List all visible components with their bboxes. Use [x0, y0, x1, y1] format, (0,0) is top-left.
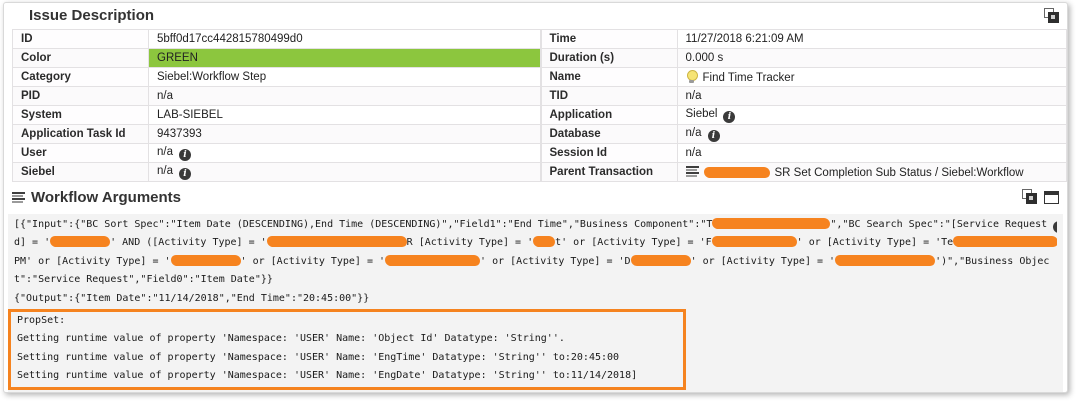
workflow-arguments-text: [{"Input":{"BC Sort Spec":"Item Date (DE… [8, 214, 1063, 392]
code-line: {"Output":{"Item Date":"11/14/2018","End… [14, 290, 1057, 308]
info-icon[interactable]: i [1053, 221, 1057, 233]
code-line: PM' or [Activity Type] = '' or [Activity… [14, 253, 1057, 271]
transaction-icon [12, 192, 25, 204]
field-value-user: n/ai [149, 144, 541, 163]
field-value-tid: n/a [677, 87, 1067, 106]
redaction-blob [712, 218, 830, 229]
redaction-blob [385, 255, 480, 266]
table-row: ID 5bff0d17cc442815780499d0 [13, 30, 541, 49]
redaction-blob [704, 167, 770, 178]
field-value-duration: 0.000 s [677, 49, 1067, 68]
panel-header-actions [1044, 8, 1059, 23]
field-value-app-task-id: 9437393 [149, 125, 541, 144]
issue-properties-left: ID 5bff0d17cc442815780499d0 Color GREEN … [12, 29, 541, 182]
field-value-time: 11/27/2018 6:21:09 AM [677, 30, 1067, 49]
issue-properties: ID 5bff0d17cc442815780499d0 Color GREEN … [4, 29, 1067, 182]
table-row: Application Task Id 9437393 [13, 125, 541, 144]
workflow-arguments-lines: [{"Input":{"BC Sort Spec":"Item Date (DE… [14, 216, 1057, 308]
redaction-blob [533, 236, 555, 247]
issue-properties-right: Time 11/27/2018 6:21:09 AM Duration (s) … [541, 29, 1068, 182]
info-icon[interactable]: i [708, 130, 720, 142]
field-value-database: n/ai [677, 125, 1067, 144]
field-value-parent-transaction[interactable]: SR Set Completion Sub Status / Siebel:Wo… [677, 163, 1067, 182]
info-icon[interactable]: i [723, 111, 735, 123]
field-label: Time [541, 30, 677, 49]
table-row: TID n/a [541, 87, 1067, 106]
table-row: Application Siebeli [541, 106, 1067, 125]
field-label: Duration (s) [541, 49, 677, 68]
field-value-color: GREEN [149, 49, 541, 68]
table-row: Time 11/27/2018 6:21:09 AM [541, 30, 1067, 49]
field-value-category: Siebel:Workflow Step [149, 68, 541, 87]
field-label: Parent Transaction [541, 163, 677, 182]
table-row: Siebel n/ai [13, 163, 541, 182]
copy-icon[interactable] [1044, 8, 1059, 23]
table-row: Parent Transaction SR Set Completion Sub… [541, 163, 1067, 182]
redaction-blob [50, 236, 110, 247]
field-value-siebel: n/ai [149, 163, 541, 182]
table-row: Color GREEN [13, 49, 541, 68]
code-line: Setting runtime value of property 'Names… [17, 349, 683, 367]
field-label: User [13, 144, 149, 163]
redaction-blob [835, 255, 935, 266]
field-value-id: 5bff0d17cc442815780499d0 [149, 30, 541, 49]
issue-description-panel: Issue Description ID 5bff0d17cc442815780… [3, 2, 1068, 393]
info-icon[interactable]: i [179, 168, 191, 180]
info-icon[interactable]: i [179, 149, 191, 161]
redaction-blob [631, 255, 691, 266]
code-line: Getting runtime value of property 'Names… [17, 330, 683, 348]
code-line: PropSet: [17, 312, 683, 330]
code-line: t":"Service Request","Field0":"Item Date… [14, 271, 1057, 289]
transaction-icon [686, 166, 699, 178]
field-label: Color [13, 49, 149, 68]
field-label: ID [13, 30, 149, 49]
field-label: PID [13, 87, 149, 106]
field-value-name: Find Time Tracker [677, 68, 1067, 87]
table-row: Name Find Time Tracker [541, 68, 1067, 87]
field-label: Category [13, 68, 149, 87]
field-label: Database [541, 125, 677, 144]
lightbulb-icon [686, 70, 698, 84]
field-label: System [13, 106, 149, 125]
table-row: Database n/ai [541, 125, 1067, 144]
redaction-blob [267, 236, 407, 247]
field-value-pid: n/a [149, 87, 541, 106]
redaction-blob [953, 236, 1057, 247]
field-label: Siebel [13, 163, 149, 182]
table-row: Session Id n/a [541, 144, 1067, 163]
field-label: Application [541, 106, 677, 125]
table-row: User n/ai [13, 144, 541, 163]
table-row: Duration (s) 0.000 s [541, 49, 1067, 68]
field-value-system: LAB-SIEBEL [149, 106, 541, 125]
table-row: PID n/a [13, 87, 541, 106]
code-line: Setting runtime value of property 'Names… [17, 367, 683, 385]
field-value-application: Siebeli [677, 106, 1067, 125]
field-label: Application Task Id [13, 125, 149, 144]
workflow-arguments-title: Workflow Arguments [31, 189, 181, 206]
panel-header: Issue Description [4, 3, 1067, 29]
field-label: Session Id [541, 144, 677, 163]
propset-highlight-box: PropSet:Getting runtime value of propert… [8, 309, 686, 390]
field-label: Name [541, 68, 677, 87]
code-line: [{"Input":{"BC Sort Spec":"Item Date (DE… [14, 216, 1057, 234]
field-value-session-id: n/a [677, 144, 1067, 163]
redaction-blob [171, 255, 241, 266]
copy-icon[interactable] [1022, 189, 1037, 204]
field-label: TID [541, 87, 677, 106]
page-title: Issue Description [29, 7, 154, 24]
table-row: System LAB-SIEBEL [13, 106, 541, 125]
workflow-arguments-header: Workflow Arguments [4, 184, 1067, 211]
code-line: d] = '' AND ([Activity Type] = 'R [Activ… [14, 234, 1057, 252]
window-icon[interactable] [1044, 191, 1059, 204]
table-row: Category Siebel:Workflow Step [13, 68, 541, 87]
redaction-blob [712, 236, 797, 247]
workflow-header-actions [1022, 189, 1059, 204]
